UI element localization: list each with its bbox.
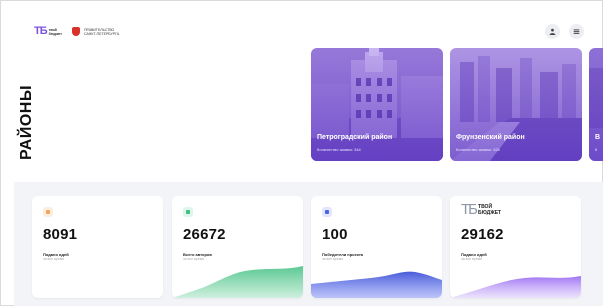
tb-logo[interactable]: TБ твой бюджет (34, 25, 62, 37)
lightbulb-icon (43, 207, 53, 217)
stat-sublabel: за все время (43, 257, 65, 261)
purple-trend-wave (450, 276, 581, 298)
district-name: Петроградский район (317, 134, 393, 141)
district-count: К (595, 147, 598, 152)
district-count: Количество заявок: 328 (456, 147, 500, 152)
user-button[interactable] (545, 24, 560, 39)
tb-logo-line2: БЮДЖЕТ (478, 210, 502, 216)
stat-value: 100 (322, 226, 348, 243)
tb-logo-small: TБ ТВОЙ БЮДЖЕТ (461, 201, 501, 218)
gov-logo-line2: САНКТ-ПЕТЕРБУРГА (84, 31, 120, 36)
stat-card-winners[interactable]: 100 Победители проекта за все время (311, 196, 442, 298)
stat-card-ideas[interactable]: 8091 Подано идей за все время (32, 196, 163, 298)
tb-logo-line2: бюджет (48, 31, 63, 36)
coat-of-arms-icon (72, 27, 80, 36)
trophy-icon (322, 207, 332, 217)
card-overlay (450, 48, 582, 161)
gov-logo-text: ПРАВИТЕЛЬСТВО САНКТ-ПЕТЕРБУРГА (84, 28, 132, 36)
user-icon (549, 28, 556, 35)
stat-value: 29162 (461, 226, 504, 243)
tb-logo-text: ТВОЙ БЮДЖЕТ (478, 204, 501, 216)
stat-value: 8091 (43, 226, 78, 243)
tb-logo-mark: TБ (461, 201, 478, 218)
page-title: РАЙОНЫ (18, 85, 35, 160)
card-overlay (311, 48, 443, 161)
stat-card-budget[interactable]: TБ ТВОЙ БЮДЖЕТ 29162 Подано идей за все … (450, 196, 581, 298)
district-name: Фрунзенский район (456, 134, 525, 141)
menu-icon (573, 29, 580, 34)
stat-value: 26672 (183, 226, 226, 243)
tb-logo-mark: TБ (34, 25, 48, 37)
district-count: Количество заявок: 344 (317, 147, 361, 152)
menu-button[interactable] (569, 24, 584, 39)
district-name: В (595, 134, 601, 141)
stat-card-authors[interactable]: 26672 Всего авторов за все время (172, 196, 303, 298)
blue-trend-wave (311, 271, 442, 298)
district-card[interactable]: Петроградский район Количество заявок: 3… (311, 48, 443, 161)
gov-logo[interactable]: ПРАВИТЕЛЬСТВО САНКТ-ПЕТЕРБУРГА (72, 27, 132, 36)
green-trend-wave (172, 266, 303, 298)
tb-logo-text: твой бюджет (49, 28, 62, 36)
district-card[interactable]: Фрунзенский район Количество заявок: 328 (450, 48, 582, 161)
card-overlay (589, 48, 603, 161)
district-card[interactable]: В К (589, 48, 603, 161)
people-icon (183, 207, 193, 217)
